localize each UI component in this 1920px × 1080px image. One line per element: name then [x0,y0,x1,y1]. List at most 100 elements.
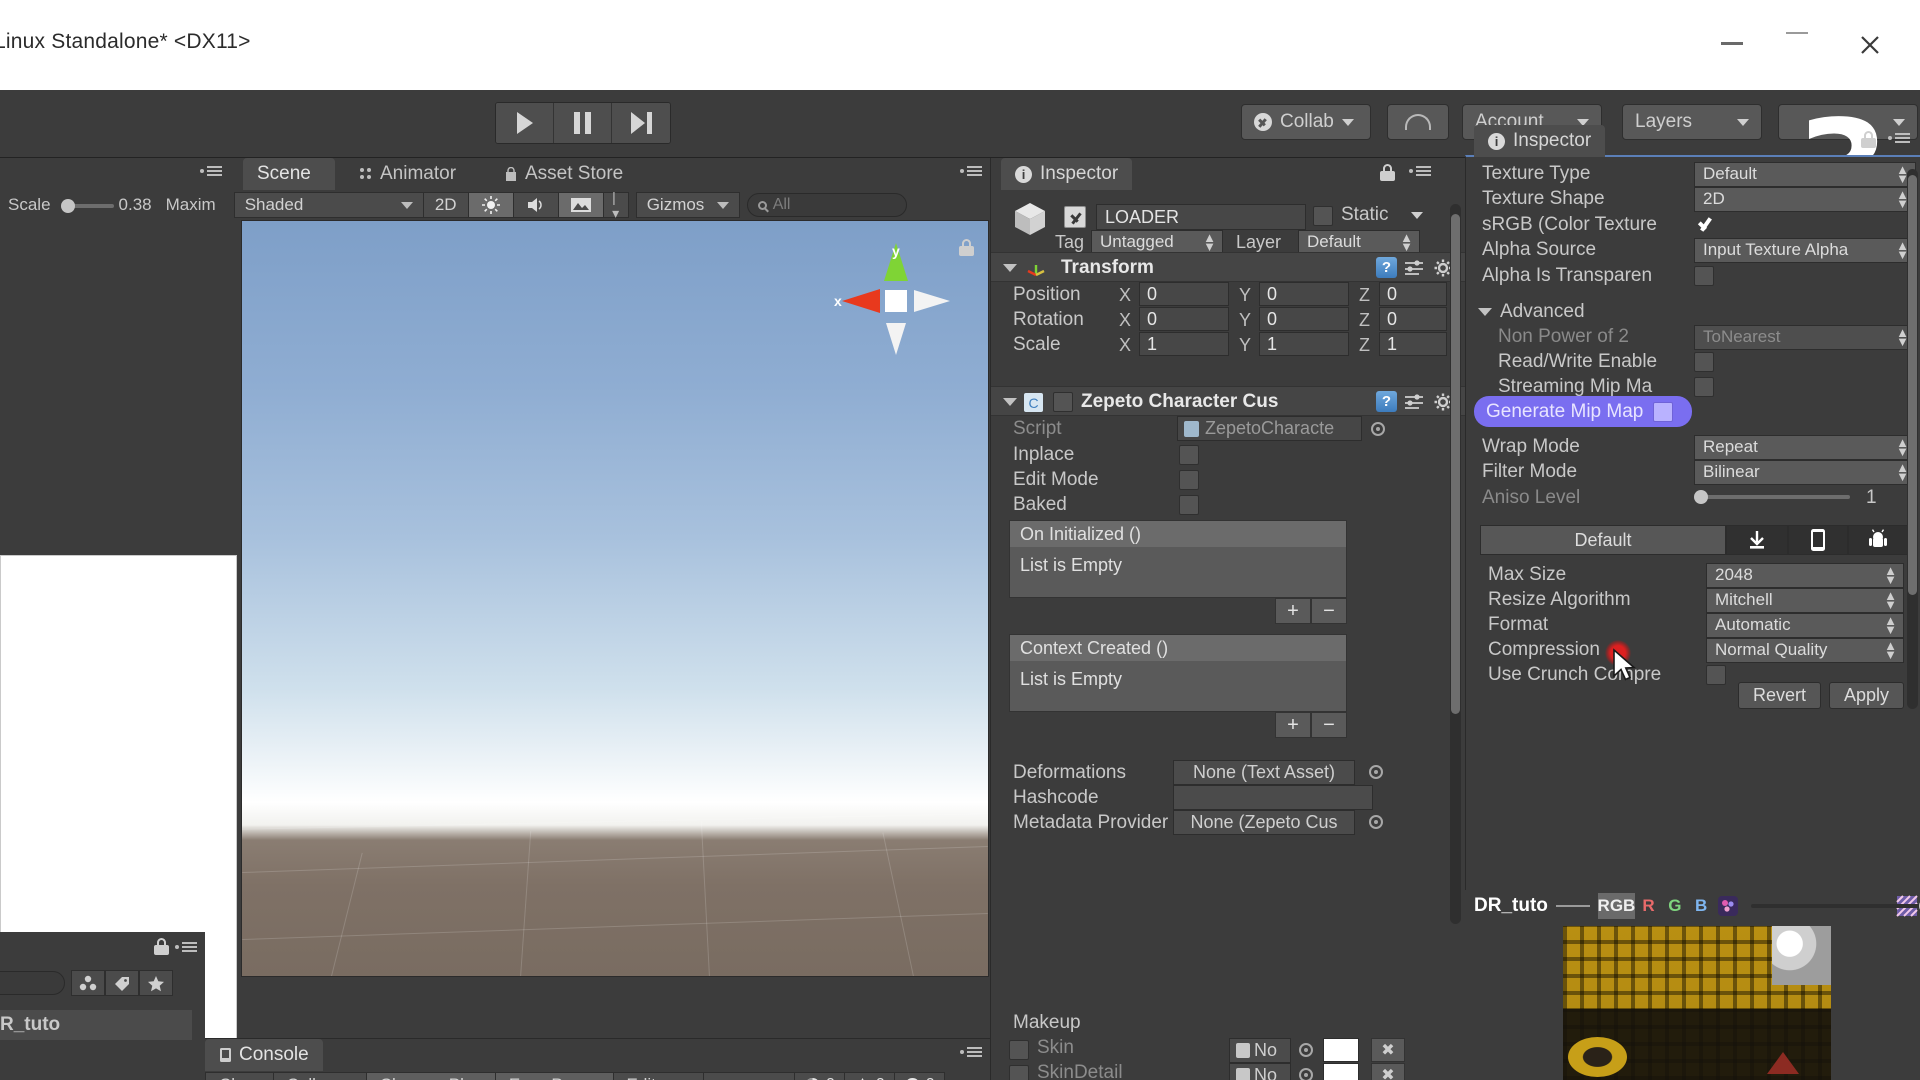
object-picker-icon[interactable] [1369,765,1383,779]
texture-inspector-scrollbar[interactable] [1907,169,1918,709]
console-warning-count[interactable]: 0 [843,1072,895,1080]
transform-y-input[interactable]: 0 [1259,282,1349,306]
makeup-color-swatch[interactable] [1323,1063,1359,1080]
audio-toggle-button[interactable] [512,192,559,218]
gizmos-dropdown[interactable]: Gizmos [635,192,740,218]
console-clear-button[interactable]: Clear [205,1072,274,1080]
inspector-scrollbar-thumb[interactable] [1451,214,1460,714]
step-button[interactable] [612,103,670,143]
object-field-value[interactable] [1173,785,1373,810]
help-icon[interactable]: ? [1376,391,1397,412]
b-channel-button[interactable]: B [1688,893,1714,919]
console-options-button[interactable] [960,1047,982,1057]
platform-tab-android[interactable] [1848,525,1908,555]
script-picker-icon[interactable] [1371,422,1385,436]
bool-prop-checkbox[interactable] [1179,445,1199,465]
makeup-enable-checkbox[interactable] [1009,1040,1029,1060]
makeup-color-swatch[interactable] [1323,1038,1359,1062]
gameobject-enabled-checkbox[interactable] [1064,206,1086,228]
script-object-field[interactable]: ZepetoCharacte [1177,416,1362,441]
project-lock-icon[interactable] [154,938,169,955]
alpha-transparent-checkbox[interactable] [1694,266,1714,286]
console-error-pause-button[interactable]: Error Pause [494,1072,614,1080]
transform-y-input[interactable]: 1 [1259,332,1349,356]
bool-prop-checkbox[interactable] [1179,470,1199,490]
layer-dropdown[interactable]: Default ▲ ▼ [1298,230,1420,254]
tag-dropdown[interactable]: Untagged ▲ ▼ [1091,230,1223,254]
wrap-mode-dropdown[interactable]: Repeat ▲ ▼ [1694,434,1916,460]
console-clear-on-play-button[interactable]: Clear on Play [365,1072,496,1080]
texture-setting-dropdown[interactable]: 2D ▲ ▼ [1694,186,1916,212]
window-maximize-button[interactable] [1775,28,1819,58]
bool-prop-checkbox[interactable] [1179,495,1199,515]
static-checkbox[interactable] [1313,206,1333,226]
platform-tab-ios[interactable] [1788,525,1848,555]
g-channel-button[interactable]: G [1662,893,1688,919]
console-collapse-button[interactable]: Collapse [272,1072,367,1080]
event-remove-button[interactable]: − [1311,712,1347,738]
favorites-button[interactable] [139,970,173,996]
texture-inspector-options-button[interactable] [1888,133,1910,143]
srgb-checkbox[interactable] [1696,215,1716,235]
transform-component-header[interactable]: Transform ? [991,252,1465,282]
preset-icon[interactable] [1403,392,1425,412]
static-dropdown-icon[interactable] [1411,212,1423,219]
filter-by-type-button[interactable] [71,970,105,996]
tab-console[interactable]: Console [205,1039,323,1071]
inspector-scrollbar[interactable] [1450,204,1461,924]
generate-mipmap-checkbox[interactable] [1653,401,1674,422]
scene-search-input[interactable]: All [746,193,907,217]
aniso-level-slider[interactable] [1694,490,1854,504]
transform-z-input[interactable]: 1 [1379,332,1447,356]
collab-button[interactable]: Collab [1241,104,1371,140]
revert-button[interactable]: Revert [1737,682,1821,709]
event-remove-button[interactable]: − [1311,598,1347,624]
makeup-object-field[interactable]: No [1229,1038,1291,1063]
play-button[interactable] [496,103,554,143]
platform-tab-standalone[interactable] [1726,525,1788,555]
zepeto-enabled-checkbox[interactable] [1053,392,1073,412]
transform-y-input[interactable]: 0 [1259,307,1349,331]
object-field-value[interactable]: None (Zepeto Cus [1173,810,1355,835]
event-add-button[interactable]: + [1275,598,1311,624]
advanced-setting-checkbox[interactable] [1694,352,1714,372]
layers-button[interactable]: Layers [1622,104,1762,140]
toggle-2d-button[interactable]: 2D [422,192,469,218]
inspector-options-button[interactable] [1409,166,1431,176]
tab-asset-store[interactable]: Asset Store [490,158,637,190]
project-selected-item[interactable]: R_tuto [0,1014,60,1036]
tab-animator[interactable]: Animator [345,158,470,190]
makeup-object-field[interactable]: No [1229,1063,1291,1080]
texture-setting-dropdown[interactable]: Default ▲ ▼ [1694,161,1916,187]
console-editor-dropdown[interactable]: Editor [612,1072,704,1080]
console-log-count[interactable]: 0 [793,1072,845,1080]
advanced-setting-checkbox[interactable] [1694,377,1714,397]
inspector-lock-icon[interactable] [1380,164,1395,181]
scene-fx-dropdown[interactable]: |▾ [602,189,629,221]
transform-z-input[interactable]: 0 [1379,282,1447,306]
gameobject-name-input[interactable]: LOADER [1096,204,1306,230]
scene-options-button[interactable] [960,166,982,176]
console-error-count[interactable]: 0 [893,1072,945,1080]
lighting-toggle-button[interactable] [467,192,514,218]
platform-tab-default[interactable]: Default [1480,525,1726,555]
object-field-value[interactable]: None (Text Asset) [1173,760,1355,785]
scene-panel-menu-button[interactable] [200,166,222,176]
window-close-button[interactable] [1848,28,1892,58]
makeup-enable-checkbox[interactable] [1009,1065,1029,1080]
advanced-setting-dropdown[interactable]: ToNearest ▲ ▼ [1694,324,1916,350]
makeup-clear-button[interactable]: ✖ [1371,1038,1405,1062]
makeup-picker-icon[interactable] [1299,1068,1313,1080]
tab-inspector-gameobject[interactable]: i Inspector [1001,158,1133,190]
transform-foldout-icon[interactable] [1003,264,1017,272]
filter-mode-dropdown[interactable]: Bilinear ▲ ▼ [1694,459,1916,485]
scene-viewport[interactable]: y x [241,220,989,977]
scene-orientation-gizmo[interactable]: y x [832,237,960,365]
transform-x-input[interactable]: 0 [1139,307,1229,331]
help-icon[interactable]: ? [1376,257,1397,278]
project-options-button[interactable] [175,941,197,952]
transform-x-input[interactable]: 1 [1139,332,1229,356]
alpha-channel-button[interactable] [1714,893,1740,919]
platform-setting-dropdown[interactable]: Mitchell ▲ ▼ [1706,587,1904,613]
image-effects-toggle-button[interactable] [557,192,604,218]
